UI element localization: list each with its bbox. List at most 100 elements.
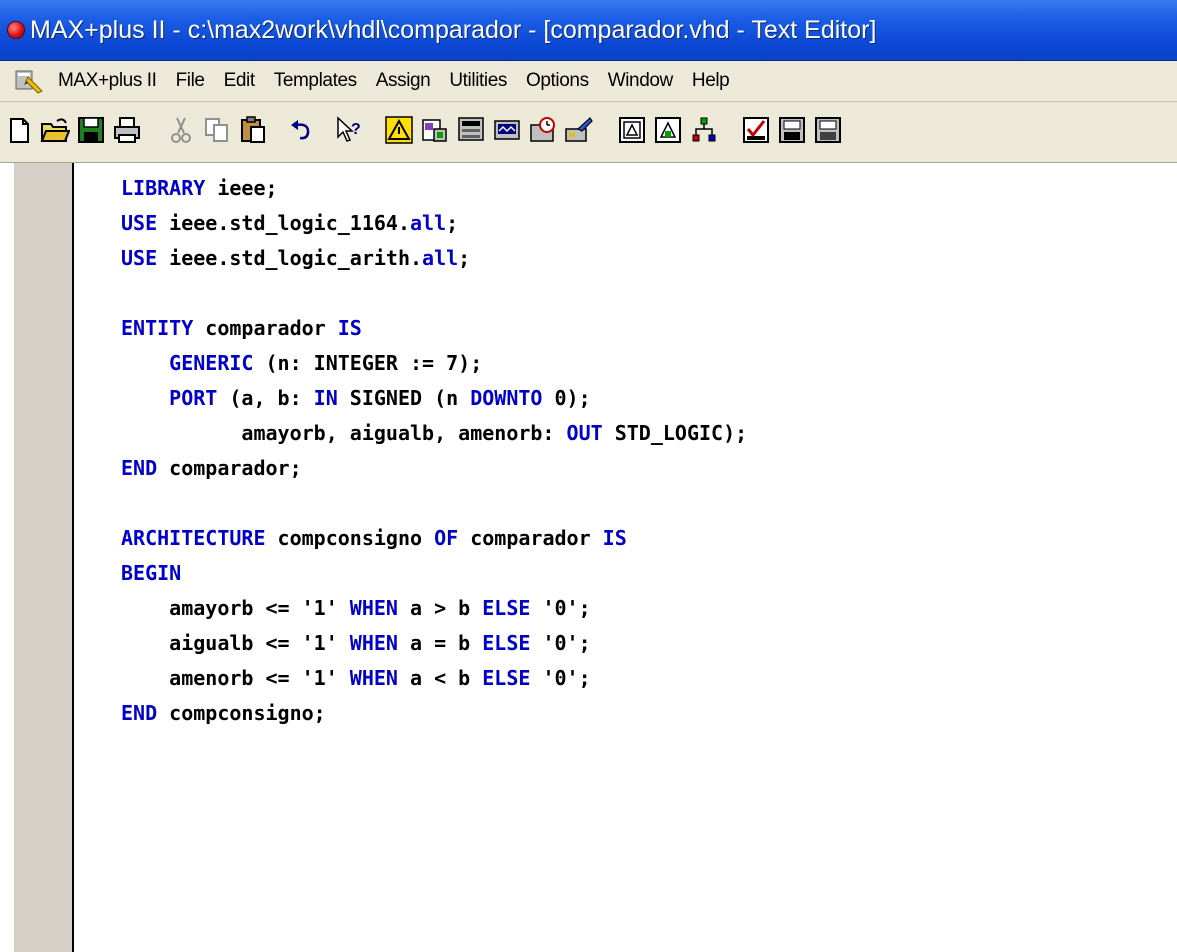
code-line[interactable]: END comparador; <box>121 451 747 486</box>
menu-assign[interactable]: Assign <box>376 70 431 92</box>
timing-analyzer-icon[interactable] <box>526 112 560 148</box>
text-editor[interactable]: LIBRARY ieee; USE ieee.std_logic_1164.all… <box>0 163 1177 952</box>
code-line[interactable]: USE ieee.std_logic_arith.all; <box>121 241 747 276</box>
menu-window[interactable]: Window <box>608 70 674 92</box>
code-keyword: IS <box>602 526 627 550</box>
code-keyword: IS <box>337 316 362 340</box>
code-keyword: WHEN <box>349 666 398 690</box>
code-keyword: all <box>410 211 447 235</box>
code-line[interactable] <box>121 276 747 311</box>
waveform-editor-icon[interactable] <box>687 112 721 148</box>
code-text: amayorb <= '1' <box>121 596 350 620</box>
code-keyword: PORT <box>169 386 218 410</box>
code-text: '0'; <box>530 666 591 690</box>
code-keyword: all <box>422 246 459 270</box>
code-keyword: WHEN <box>349 631 398 655</box>
code-text: compconsigno; <box>157 701 326 725</box>
programmer-icon[interactable] <box>562 112 596 148</box>
code-line[interactable] <box>121 486 747 521</box>
code-line[interactable]: GENERIC (n: INTEGER := 7); <box>121 346 747 381</box>
code-keyword: WHEN <box>349 596 398 620</box>
maxplus-window: MAX+plus II - c:\max2work\vhdl\comparado… <box>0 0 1177 952</box>
code-keyword: END <box>121 456 158 480</box>
menu-help[interactable]: Help <box>692 70 730 92</box>
svg-text:?: ? <box>351 121 361 138</box>
code-text: comparador; <box>157 456 302 480</box>
menu-templates[interactable]: Templates <box>274 70 357 92</box>
code-text: ieee; <box>205 176 278 200</box>
maxplus-app-icon[interactable] <box>8 22 24 38</box>
compiler-icon[interactable] <box>454 112 488 148</box>
save-compile-icon[interactable] <box>775 112 809 148</box>
code-text: amayorb, aigualb, amenorb: <box>121 421 567 445</box>
code-line[interactable]: amayorb, aigualb, amenorb: OUT STD_LOGIC… <box>121 416 747 451</box>
code-text: a > b <box>397 596 483 620</box>
floorplan-editor-icon[interactable] <box>418 112 452 148</box>
code-line[interactable]: amenorb <= '1' WHEN a < b ELSE '0'; <box>121 661 747 696</box>
simulator-icon[interactable] <box>490 112 524 148</box>
editor-gutter <box>14 163 74 952</box>
code-text: aigualb <= '1' <box>121 631 350 655</box>
open-editor-icon[interactable] <box>615 112 649 148</box>
print-icon[interactable] <box>110 112 144 148</box>
code-text: amenorb <= '1' <box>121 666 350 690</box>
menu-bar: MAX+plus II File Edit Templates Assign U… <box>0 61 1177 102</box>
save-check-icon[interactable] <box>739 112 773 148</box>
code-text: ; <box>446 211 459 235</box>
undo-icon[interactable] <box>285 112 319 148</box>
code-keyword: USE <box>121 211 158 235</box>
code-keyword: ELSE <box>482 666 531 690</box>
menu-utilities[interactable]: Utilities <box>449 70 507 92</box>
new-file-icon[interactable] <box>2 112 36 148</box>
code-line[interactable]: BEGIN <box>121 556 747 591</box>
code-line[interactable]: PORT (a, b: IN SIGNED (n DOWNTO 0); <box>121 381 747 416</box>
code-text: (a, b: <box>217 386 314 410</box>
code-line[interactable]: amayorb <= '1' WHEN a > b ELSE '0'; <box>121 591 747 626</box>
code-line[interactable]: LIBRARY ieee; <box>121 171 747 206</box>
code-line[interactable]: END compconsigno; <box>121 696 747 731</box>
graphic-editor-icon[interactable] <box>651 112 685 148</box>
maxplus-menu-icon[interactable] <box>14 67 44 95</box>
code-keyword: ELSE <box>482 631 531 655</box>
code-text: comparador <box>193 316 338 340</box>
code-keyword: GENERIC <box>169 351 254 375</box>
code-text: '0'; <box>530 631 591 655</box>
open-folder-icon[interactable] <box>38 112 72 148</box>
code-text: SIGNED (n <box>337 386 471 410</box>
code-text: STD_LOGIC); <box>602 421 748 445</box>
paste-icon[interactable] <box>236 112 270 148</box>
title-bar[interactable]: MAX+plus II - c:\max2work\vhdl\comparado… <box>0 0 1177 61</box>
code-keyword: LIBRARY <box>121 176 206 200</box>
code-keyword: IN <box>313 386 338 410</box>
code-keyword: END <box>121 701 158 725</box>
code-keyword: ENTITY <box>121 316 194 340</box>
code-text: 0); <box>542 386 591 410</box>
cut-icon[interactable] <box>164 112 198 148</box>
code-line[interactable]: ARCHITECTURE compconsigno OF comparador … <box>121 521 747 556</box>
code-text: a = b <box>397 631 483 655</box>
code-keyword: ELSE <box>482 596 531 620</box>
menu-options[interactable]: Options <box>526 70 589 92</box>
code-line[interactable]: aigualb <= '1' WHEN a = b ELSE '0'; <box>121 626 747 661</box>
code-keyword: USE <box>121 246 158 270</box>
code-keyword: OUT <box>566 421 603 445</box>
save-simulate-icon[interactable] <box>811 112 845 148</box>
code-text: compconsigno <box>265 526 435 550</box>
copy-icon[interactable] <box>200 112 234 148</box>
code-line[interactable]: USE ieee.std_logic_1164.all; <box>121 206 747 241</box>
menu-edit[interactable]: Edit <box>224 70 256 92</box>
code-text: ieee.std_logic_arith. <box>157 246 423 270</box>
code-text: a < b <box>397 666 483 690</box>
vhdl-code[interactable]: LIBRARY ieee; USE ieee.std_logic_1164.all… <box>121 171 747 731</box>
menu-file[interactable]: File <box>176 70 205 92</box>
hierarchy-display-icon[interactable] <box>382 112 416 148</box>
code-text: ; <box>458 246 471 270</box>
code-keyword: ARCHITECTURE <box>121 526 266 550</box>
code-line[interactable]: ENTITY comparador IS <box>121 311 747 346</box>
menu-maxplus[interactable]: MAX+plus II <box>58 70 157 92</box>
save-icon[interactable] <box>74 112 108 148</box>
code-keyword: BEGIN <box>121 561 182 585</box>
context-help-icon[interactable]: ? <box>332 112 366 148</box>
